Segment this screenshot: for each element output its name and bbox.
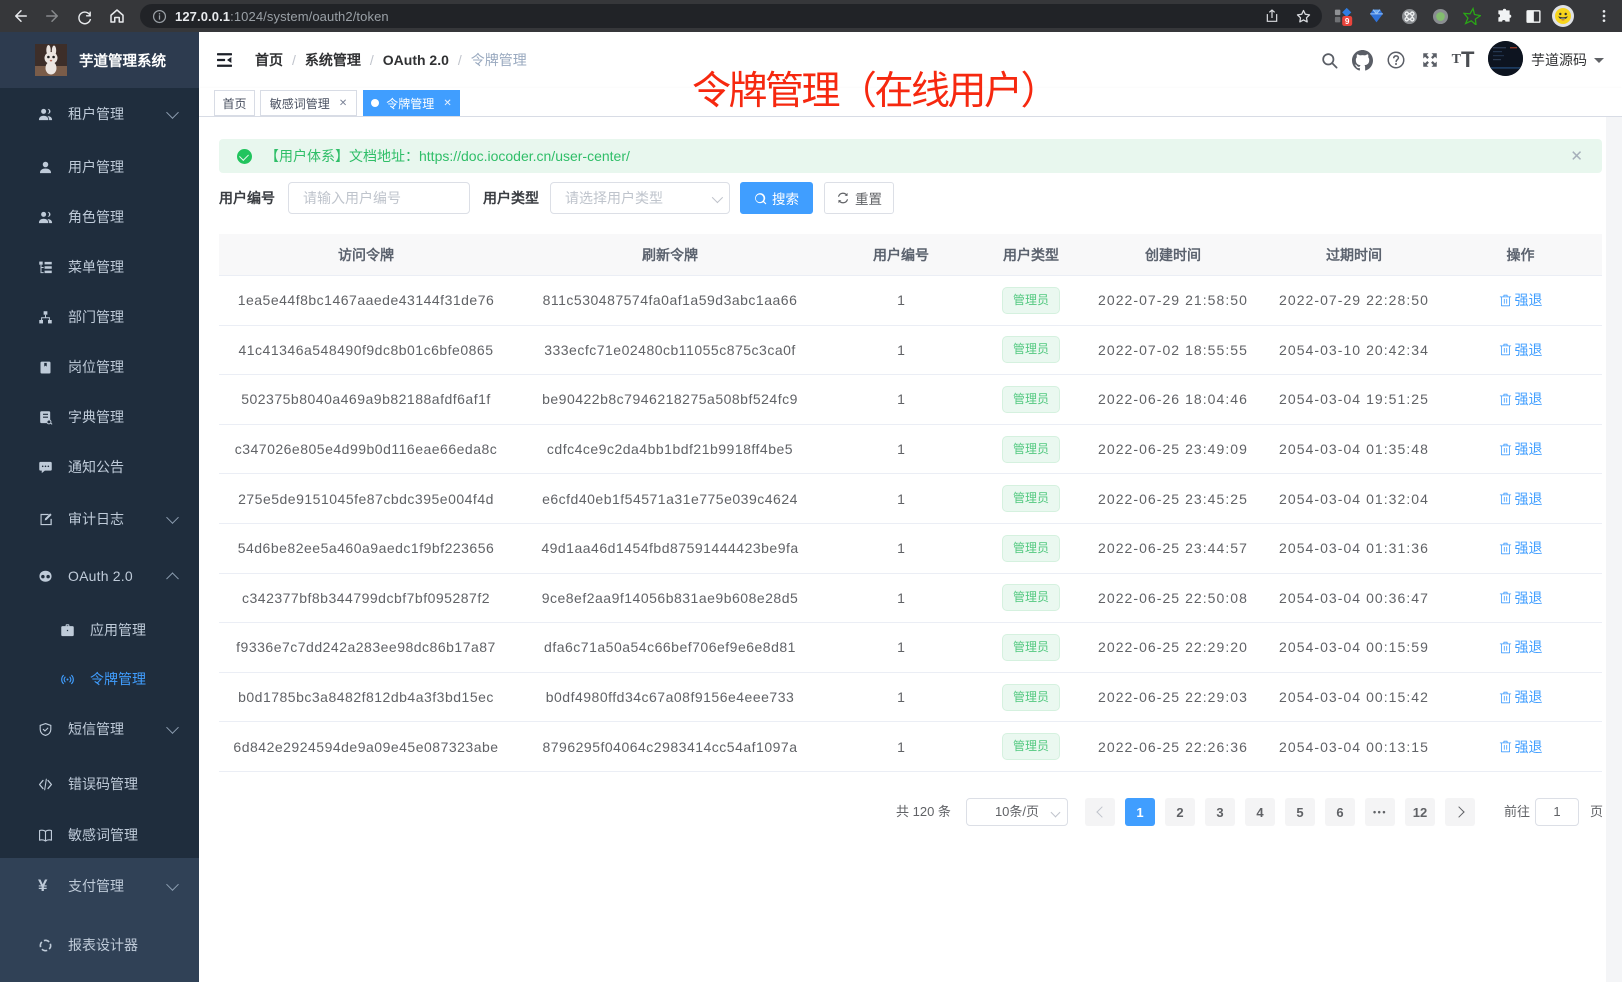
- svg-text:9: 9: [1345, 17, 1350, 26]
